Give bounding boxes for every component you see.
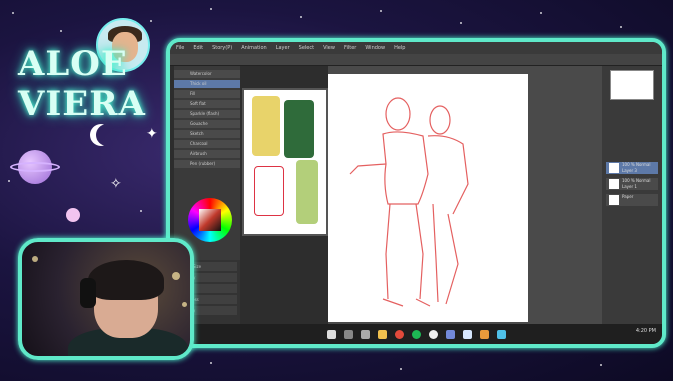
crescent-moon-icon: [96, 124, 118, 146]
layer-name: Paper: [622, 194, 634, 199]
reference-image-panel: [242, 88, 328, 236]
drawing-app-window: File Edit Story(P) Animation Layer Selec…: [166, 38, 666, 348]
menu-story[interactable]: Story(P): [212, 45, 232, 51]
clip-studio-icon[interactable]: [462, 329, 472, 339]
windows-start-icon[interactable]: [326, 329, 336, 339]
menu-animation[interactable]: Animation: [241, 45, 267, 51]
menu-layer[interactable]: Layer: [276, 45, 290, 51]
menu-help[interactable]: Help: [394, 45, 405, 51]
task-view-icon[interactable]: [360, 329, 370, 339]
color-picker-square[interactable]: [199, 209, 221, 231]
bokeh-light: [32, 256, 38, 262]
discord-icon[interactable]: [445, 329, 455, 339]
layer-thumbnail: [609, 179, 619, 189]
taskbar: 4:20 PM: [170, 324, 662, 344]
brand-line-1: ALOE: [18, 44, 128, 84]
canvas-area[interactable]: [328, 66, 604, 328]
navigator-thumbnail[interactable]: [610, 70, 654, 100]
brush-item[interactable]: Sketch: [174, 130, 240, 138]
brush-item-selected[interactable]: Thick oil: [174, 80, 240, 88]
menu-select[interactable]: Select: [299, 45, 314, 51]
menu-filter[interactable]: Filter: [344, 45, 356, 51]
menu-file[interactable]: File: [176, 45, 184, 51]
layer-name: 100 % Normal: [622, 178, 651, 183]
chrome-icon[interactable]: [394, 329, 404, 339]
menu-view[interactable]: View: [323, 45, 335, 51]
layer-panel: 100 % Normal Layer 3 100 % Normal Layer …: [602, 66, 662, 328]
brush-item[interactable]: Charcoal: [174, 140, 240, 148]
explorer-icon[interactable]: [377, 329, 387, 339]
brand-logo: ALOE VIERA: [18, 44, 148, 124]
sparkle-icon: ✧: [110, 176, 122, 192]
reference-sketch-red: [254, 166, 284, 216]
obs-icon[interactable]: [428, 329, 438, 339]
ring-icon: [10, 162, 60, 172]
layer-sub: Layer 3: [622, 168, 637, 173]
bokeh-light: [182, 302, 187, 307]
brush-item[interactable]: Fill: [174, 90, 240, 98]
taskbar-clock: 4:20 PM: [635, 328, 656, 334]
reference-figure-2: [284, 100, 314, 158]
layer-sub: Layer 1: [622, 184, 637, 189]
brush-item[interactable]: Gouache: [174, 120, 240, 128]
app-icon[interactable]: [496, 329, 506, 339]
figure-sketch: [349, 97, 469, 307]
brush-item[interactable]: Watercolor: [174, 70, 240, 78]
brand-line-2: VIERA: [18, 84, 146, 124]
command-bar[interactable]: [170, 54, 662, 66]
sparkle-icon: ✦: [146, 126, 158, 142]
layer-name: 100 % Normal: [622, 162, 651, 167]
brush-item[interactable]: Sparkle (flash): [174, 110, 240, 118]
drawing-canvas[interactable]: [328, 74, 528, 322]
menu-window[interactable]: Window: [365, 45, 385, 51]
search-icon[interactable]: [343, 329, 353, 339]
menu-edit[interactable]: Edit: [193, 45, 203, 51]
brush-item[interactable]: Pen (rubber): [174, 160, 240, 168]
layer-thumbnail: [609, 163, 619, 173]
layer-thumbnail: [609, 195, 619, 205]
small-planet-icon: [66, 208, 80, 222]
spotify-icon[interactable]: [411, 329, 421, 339]
webcam-frame: [18, 238, 194, 360]
color-wheel[interactable]: [188, 198, 232, 242]
reference-figure-1: [252, 96, 280, 156]
app-icon[interactable]: [479, 329, 489, 339]
reference-figure-3: [296, 160, 318, 224]
brush-list: Watercolor Thick oil Fill Soft flat Spar…: [174, 70, 240, 170]
layer-row[interactable]: 100 % Normal Layer 1: [606, 178, 658, 190]
person-hair: [88, 260, 164, 300]
brush-item[interactable]: Airbrush: [174, 150, 240, 158]
layer-row[interactable]: Paper: [606, 194, 658, 206]
brush-item[interactable]: Soft flat: [174, 100, 240, 108]
bokeh-light: [172, 272, 180, 280]
menu-bar: File Edit Story(P) Animation Layer Selec…: [170, 42, 662, 54]
layer-row-selected[interactable]: 100 % Normal Layer 3: [606, 162, 658, 174]
headphones-icon: [80, 278, 96, 308]
